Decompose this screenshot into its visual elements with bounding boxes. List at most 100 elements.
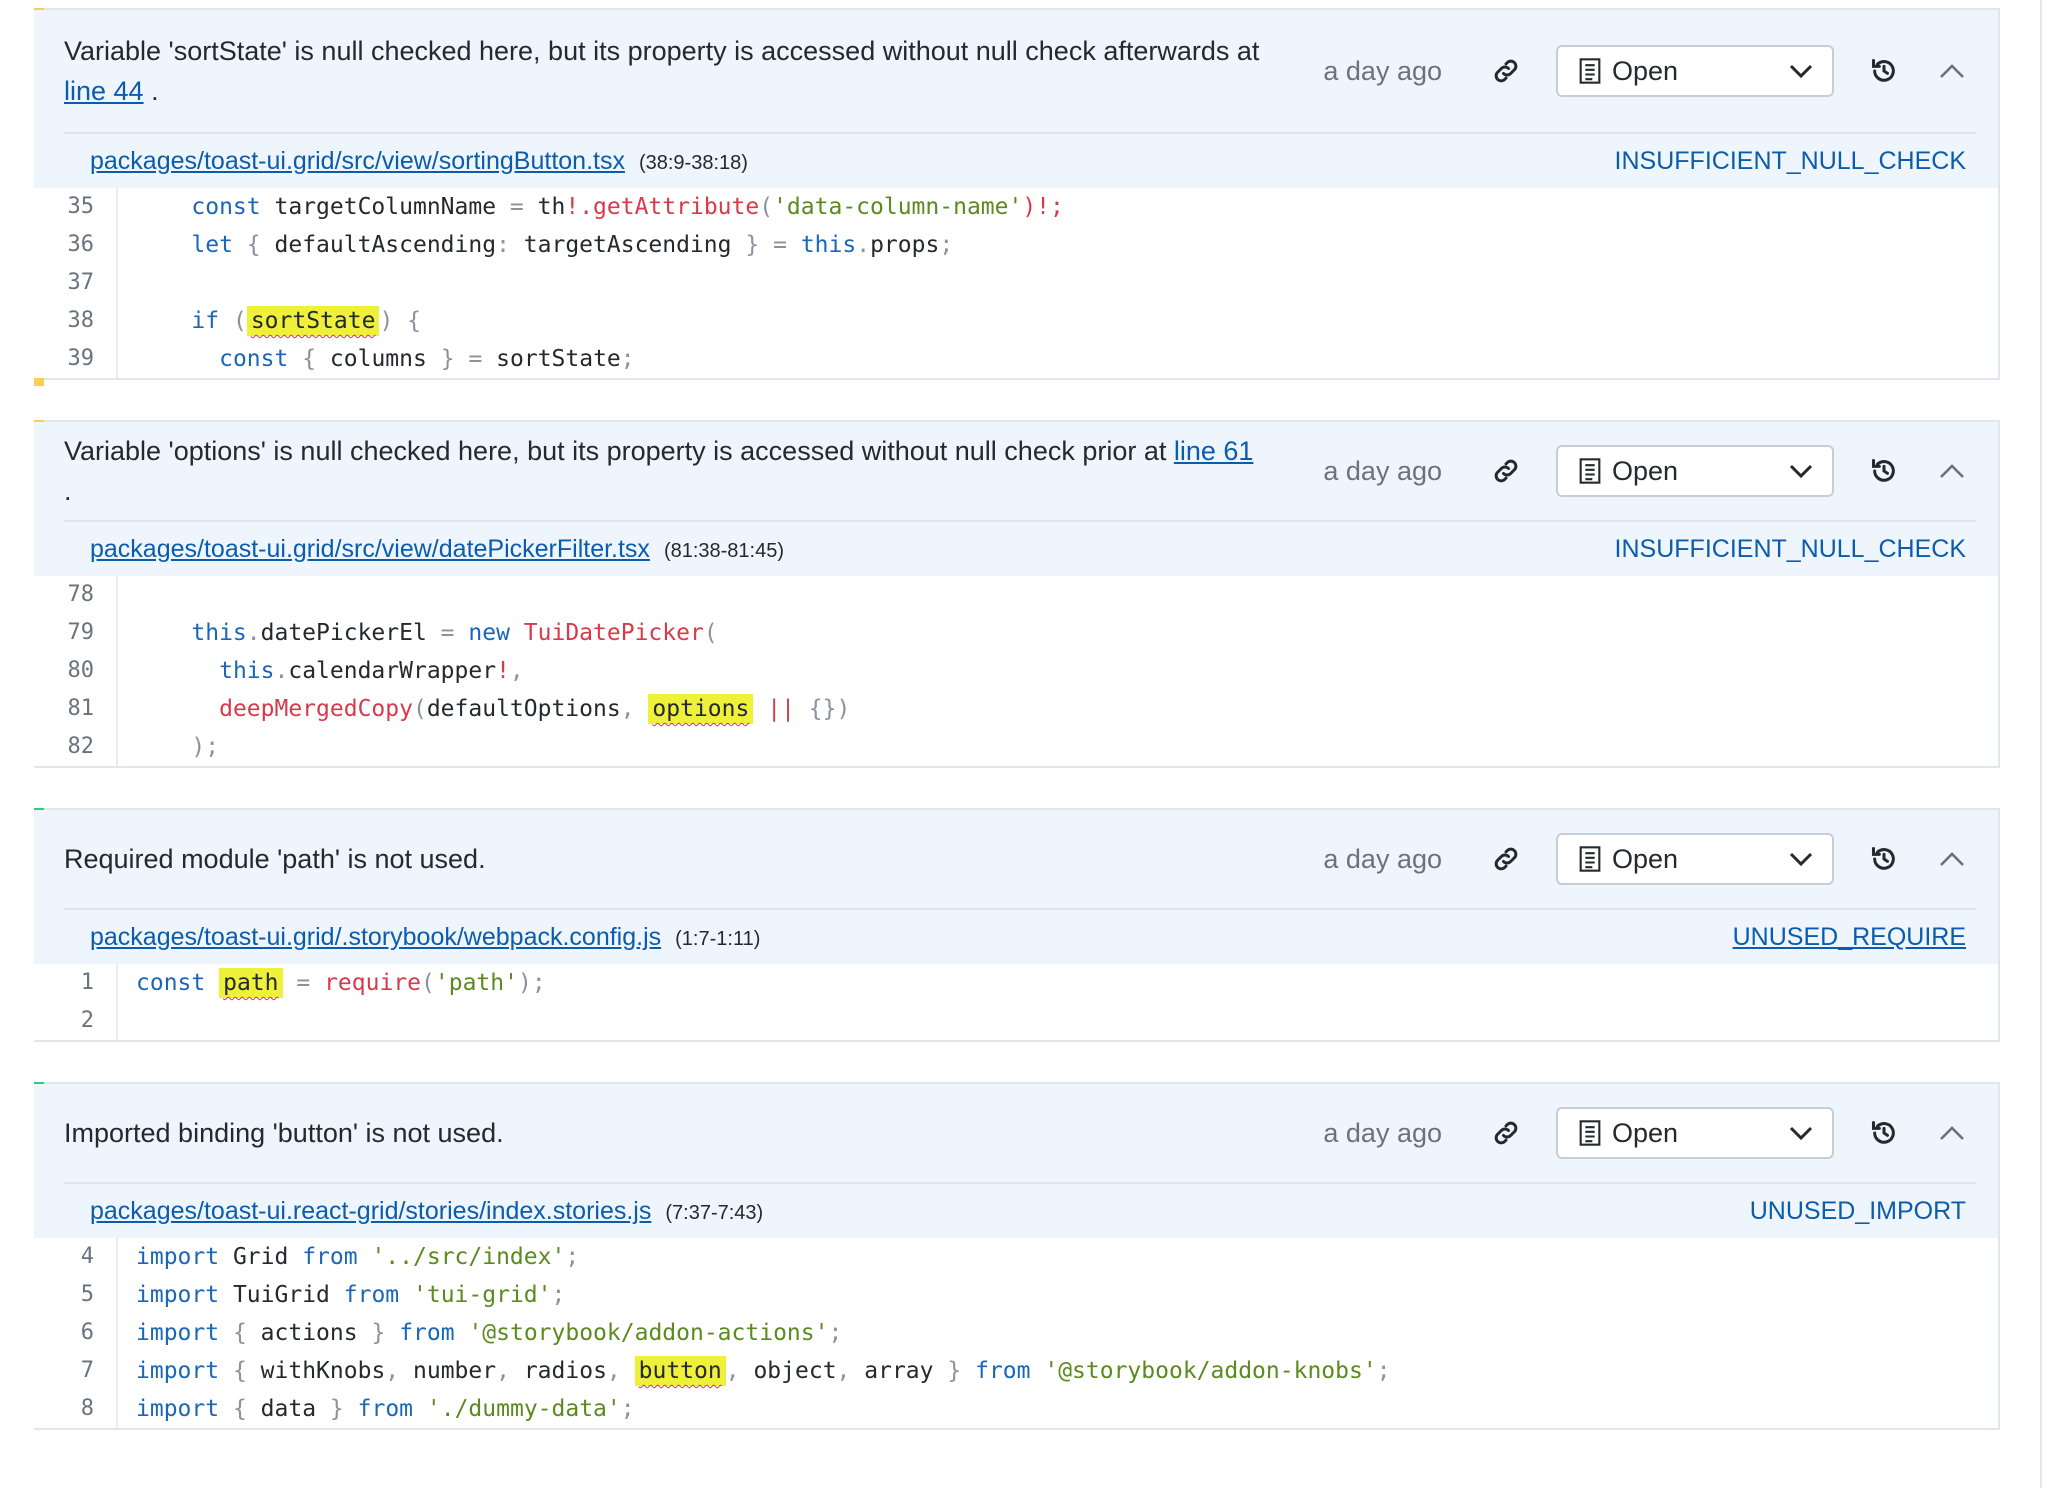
source-range: (7:37-7:43) — [665, 1201, 764, 1224]
line-source: import { withKnobs, number, radios, butt… — [136, 1356, 1391, 1386]
issue-message-text: Required module 'path' is not used. — [64, 844, 486, 874]
rule-id: UNUSED_IMPORT — [1749, 1196, 1966, 1225]
line-source: const targetColumnName = th!.getAttribut… — [191, 194, 1064, 220]
line-number: 1 — [34, 964, 118, 1002]
document-icon — [1578, 1119, 1602, 1147]
line-source: import Grid from '../src/index'; — [136, 1244, 580, 1270]
chevron-up-icon[interactable] — [1928, 1109, 1976, 1157]
code-line: 39 const { columns } = sortState; — [34, 340, 1998, 378]
issue-timestamp: a day ago — [1323, 55, 1442, 86]
rule-id-link[interactable]: UNUSED_REQUIRE — [1733, 923, 1966, 952]
issue-card: Imported binding 'button' is not used. a… — [34, 1082, 2000, 1430]
issue-message-suffix: . — [64, 476, 72, 506]
issue-card: Variable 'sortState' is null checked her… — [34, 8, 2000, 386]
issue-card: Variable 'options' is null checked here,… — [34, 420, 2000, 768]
chevron-up-icon[interactable] — [1928, 835, 1976, 883]
line-number: 82 — [34, 728, 118, 766]
status-label: Open — [1612, 455, 1679, 486]
code-line: 1 const path = require('path'); — [34, 964, 1998, 1002]
line-number: 78 — [34, 576, 118, 614]
line-source: let { defaultAscending: targetAscending … — [191, 232, 954, 258]
link-icon[interactable] — [1482, 47, 1530, 95]
file-location: packages/toast-ui.grid/src/view/datePick… — [64, 522, 1976, 576]
chevron-up-icon[interactable] — [1928, 47, 1976, 95]
line-number: 81 — [34, 690, 118, 728]
highlighted-token: button — [634, 1356, 726, 1386]
issue-message: Required module 'path' is not used. — [64, 839, 1323, 879]
code-line: 6 import { actions } from '@storybook/add… — [34, 1314, 1998, 1352]
file-path-link[interactable]: packages/toast-ui.grid/.storybook/webpac… — [90, 923, 661, 951]
code-line: 8 import { data } from './dummy-data'; — [34, 1390, 1998, 1428]
code-line: 78 — [34, 576, 1998, 614]
history-icon[interactable] — [1860, 47, 1908, 95]
status-label: Open — [1612, 55, 1679, 86]
issue-line-link[interactable]: line 61 — [1174, 436, 1254, 466]
code-line: 37 — [34, 264, 1998, 302]
source-range: (81:38-81:45) — [663, 539, 785, 562]
chevron-down-icon — [1788, 463, 1814, 479]
line-source: import TuiGrid from 'tui-grid'; — [136, 1282, 566, 1308]
line-source: this.datePickerEl = new TuiDatePicker( — [191, 620, 718, 646]
code-line: 2 — [34, 1002, 1998, 1040]
issue-message: Variable 'options' is null checked here,… — [64, 431, 1323, 511]
issue-line-link[interactable]: line 44 — [64, 76, 144, 106]
line-number: 35 — [34, 188, 118, 226]
status-dropdown[interactable]: Open — [1556, 833, 1834, 885]
issue-summary: Required module 'path' is not used. a da… — [64, 810, 1976, 910]
file-path-link[interactable]: packages/toast-ui.grid/src/view/datePick… — [90, 535, 650, 563]
history-icon[interactable] — [1860, 447, 1908, 495]
link-icon[interactable] — [1482, 1109, 1530, 1157]
link-icon[interactable] — [1482, 447, 1530, 495]
rule-id: INSUFFICIENT_NULL_CHECK — [1614, 534, 1966, 563]
line-number: 4 — [34, 1238, 118, 1276]
page-edge-rule — [2040, 0, 2042, 1488]
history-icon[interactable] — [1860, 835, 1908, 883]
chevron-down-icon — [1788, 1125, 1814, 1141]
issue-summary: Variable 'options' is null checked here,… — [64, 422, 1976, 522]
issue-timestamp: a day ago — [1323, 455, 1442, 486]
line-number: 6 — [34, 1314, 118, 1352]
source-range: (38:9-38:18) — [638, 151, 748, 174]
code-snippet: 1 const path = require('path'); 2 — [34, 964, 1998, 1040]
line-number: 79 — [34, 614, 118, 652]
status-dropdown[interactable]: Open — [1556, 445, 1834, 497]
issue-message: Variable 'sortState' is null checked her… — [64, 31, 1323, 111]
highlighted-token: options — [648, 694, 754, 724]
link-icon[interactable] — [1482, 835, 1530, 883]
line-source: import { actions } from '@storybook/addo… — [136, 1320, 843, 1346]
code-snippet: 4 import Grid from '../src/index'; 5 impor… — [34, 1238, 1998, 1428]
issue-summary: Variable 'sortState' is null checked her… — [64, 10, 1976, 134]
file-path-link[interactable]: packages/toast-ui.grid/src/view/sortingB… — [90, 147, 625, 175]
issue-list: Variable 'sortState' is null checked her… — [34, 8, 2000, 1470]
highlighted-token: sortState — [246, 306, 380, 336]
code-snippet: 35 const targetColumnName = th!.getAttri… — [34, 188, 1998, 378]
status-label: Open — [1612, 843, 1679, 874]
issue-timestamp: a day ago — [1323, 843, 1442, 874]
chevron-down-icon — [1788, 63, 1814, 79]
history-icon[interactable] — [1860, 1109, 1908, 1157]
line-number: 2 — [34, 1002, 118, 1040]
line-number: 36 — [34, 226, 118, 264]
status-dropdown[interactable]: Open — [1556, 1107, 1834, 1159]
file-location: packages/toast-ui.grid/src/view/sortingB… — [64, 134, 1976, 188]
chevron-up-icon[interactable] — [1928, 447, 1976, 495]
issue-message-text: Variable 'sortState' is null checked her… — [64, 36, 1260, 66]
file-path-link[interactable]: packages/toast-ui.react-grid/stories/ind… — [90, 1197, 651, 1225]
line-number: 8 — [34, 1390, 118, 1428]
source-range: (1:7-1:11) — [675, 927, 761, 950]
code-line: 82 ); — [34, 728, 1998, 766]
line-source: if (sortState) { — [191, 306, 422, 336]
document-icon — [1578, 845, 1602, 873]
issue-message-text: Variable 'options' is null checked here,… — [64, 436, 1174, 466]
file-location: packages/toast-ui.grid/.storybook/webpac… — [64, 910, 1976, 964]
code-line: 38 if (sortState) { — [34, 302, 1998, 340]
issue-header: Required module 'path' is not used. a da… — [34, 810, 1998, 964]
status-dropdown[interactable]: Open — [1556, 45, 1834, 97]
issue-header: Variable 'options' is null checked here,… — [34, 422, 1998, 576]
code-line: 4 import Grid from '../src/index'; — [34, 1238, 1998, 1276]
file-location: packages/toast-ui.react-grid/stories/ind… — [64, 1184, 1976, 1238]
document-icon — [1578, 457, 1602, 485]
issue-message-suffix: . — [143, 76, 159, 106]
rule-id: INSUFFICIENT_NULL_CHECK — [1614, 146, 1966, 175]
line-source: deepMergedCopy(defaultOptions, options |… — [219, 694, 851, 724]
